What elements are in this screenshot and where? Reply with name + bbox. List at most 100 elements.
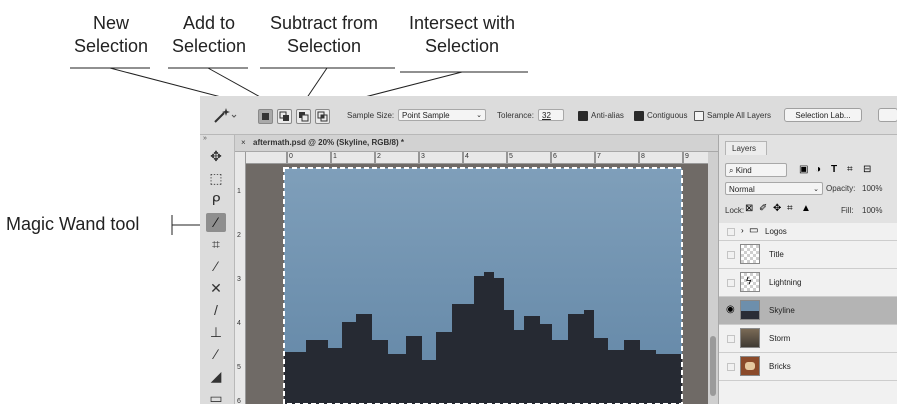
lock-position-icon[interactable]: ✥ xyxy=(773,203,781,214)
lasso-tool-icon[interactable]: ᑭ xyxy=(206,191,226,210)
layer-name: Skyline xyxy=(769,306,795,315)
vertical-ruler: 1 2 3 4 5 6 xyxy=(235,152,246,404)
shape-filter-icon[interactable]: ⌗ xyxy=(847,164,853,175)
intersect-with-selection-button[interactable] xyxy=(315,109,330,124)
layer-name: Logos xyxy=(765,227,787,236)
sample-all-layers-checkbox[interactable] xyxy=(694,111,704,121)
layer-name: Storm xyxy=(769,334,791,343)
blend-mode-select[interactable]: Normal ⌄ xyxy=(725,182,823,195)
intersect-with-selection-icon xyxy=(317,111,328,122)
fill-label: Fill: xyxy=(841,206,854,215)
smart-object-filter-icon[interactable]: ⊟ xyxy=(863,164,871,175)
document-scrollbar[interactable] xyxy=(708,152,718,404)
layer-thumbnail xyxy=(740,356,760,376)
lock-all-icon[interactable]: ▲ xyxy=(801,203,811,214)
visibility-toggle[interactable] xyxy=(727,363,735,371)
chevron-down-icon: ⌄ xyxy=(476,112,482,119)
layer-row-lightning[interactable]: ϟ Lightning xyxy=(719,269,897,297)
new-selection-button[interactable] xyxy=(258,109,273,124)
document-tab[interactable]: × aftermath.psd @ 20% (Skyline, RGB/8) * xyxy=(235,135,718,152)
crop-tool-icon[interactable]: ⌗ xyxy=(206,235,226,254)
search-icon: ⌕ xyxy=(729,166,734,175)
ruler-label: 5 xyxy=(509,153,513,160)
layer-row-logos[interactable]: › ▭ Logos xyxy=(719,223,897,241)
lock-label: Lock: xyxy=(725,206,745,215)
scrollbar-thumb[interactable] xyxy=(710,336,716,396)
overflow-button[interactable] xyxy=(878,108,897,122)
tolerance-input[interactable]: 32 xyxy=(538,109,564,121)
layer-row-skyline[interactable]: ◉ Skyline xyxy=(719,297,897,325)
subtract-from-selection-button[interactable] xyxy=(296,109,311,124)
move-tool-icon[interactable]: ✥ xyxy=(206,147,226,166)
type-filter-icon[interactable]: T xyxy=(831,164,837,175)
layers-panel: Layers ⌕ Kind ▣ ◑ T ⌗ ⊟ Normal ⌄ Opacity… xyxy=(718,135,897,404)
layer-name: Lightning xyxy=(769,278,802,287)
ruler-label: 1 xyxy=(333,153,337,160)
ruler-label: 7 xyxy=(597,153,601,160)
eye-icon[interactable]: ◉ xyxy=(726,304,735,315)
layer-row-bricks[interactable]: Bricks xyxy=(719,353,897,381)
skyline-photo xyxy=(283,167,683,404)
panel-collapse-icon[interactable]: » xyxy=(203,135,207,142)
ruler-label: 6 xyxy=(553,153,557,160)
tolerance-value: 32 xyxy=(542,111,551,120)
add-to-selection-button[interactable] xyxy=(277,109,292,124)
contiguous-checkbox[interactable] xyxy=(634,111,644,121)
horizontal-ruler: 0 1 2 3 4 5 6 7 8 9 xyxy=(245,152,718,164)
eraser-tool-icon[interactable]: ◢ xyxy=(206,367,226,386)
document-canvas[interactable] xyxy=(246,164,708,404)
magic-wand-tool-icon[interactable]: ⁄ xyxy=(206,213,226,232)
bricks-thumb-shape xyxy=(745,362,755,370)
layer-filter-select[interactable]: ⌕ Kind xyxy=(725,163,787,177)
ruler-label: 8 xyxy=(641,153,645,160)
folder-icon: ▭ xyxy=(749,225,759,236)
sample-size-select[interactable]: Point Sample ⌄ xyxy=(398,109,486,121)
opacity-value[interactable]: 100% xyxy=(862,184,882,193)
layer-thumbnail xyxy=(740,328,760,348)
disclosure-chevron-icon[interactable]: › xyxy=(741,226,744,235)
anti-alias-checkbox[interactable] xyxy=(578,111,588,121)
layer-name: Title xyxy=(769,250,784,259)
magic-wand-preset-icon[interactable] xyxy=(212,106,238,124)
lock-artboard-icon[interactable]: ⌗ xyxy=(787,203,793,214)
lock-image-icon[interactable]: ✐ xyxy=(759,203,767,214)
ruler-label: 2 xyxy=(377,153,381,160)
layer-row-title[interactable]: Title xyxy=(719,241,897,269)
lock-transparent-icon[interactable]: ⊠ xyxy=(745,203,753,214)
clone-stamp-tool-icon[interactable]: ⊥ xyxy=(206,323,226,342)
options-bar: Sample Size: Point Sample ⌄ Tolerance: 3… xyxy=(200,96,897,135)
visibility-toggle[interactable] xyxy=(727,279,735,287)
healing-brush-tool-icon[interactable]: ✕ xyxy=(206,279,226,298)
layer-row-partial xyxy=(719,381,897,404)
sample-size-label: Sample Size: xyxy=(347,111,395,120)
close-icon[interactable]: × xyxy=(241,135,246,151)
visibility-toggle[interactable] xyxy=(727,228,735,236)
gradient-tool-icon[interactable]: ▭ xyxy=(206,389,226,404)
anti-alias-label: Anti-alias xyxy=(591,111,624,120)
lightning-thumb-icon: ϟ xyxy=(746,276,752,287)
visibility-toggle[interactable] xyxy=(727,335,735,343)
ruler-label: 6 xyxy=(237,398,241,404)
document-title: aftermath.psd @ 20% (Skyline, RGB/8) * xyxy=(253,138,404,147)
ruler-label: 5 xyxy=(237,364,241,371)
marquee-tool-icon[interactable]: ⬚ xyxy=(206,169,226,188)
tolerance-label: Tolerance: xyxy=(497,111,534,120)
new-selection-icon xyxy=(262,113,269,120)
layers-tab[interactable]: Layers xyxy=(725,141,767,155)
select-and-mask-button[interactable]: Selection Lab... xyxy=(784,108,862,122)
ruler-label: 2 xyxy=(237,232,241,239)
history-brush-tool-icon[interactable]: ∕ xyxy=(206,345,226,364)
pixel-filter-icon[interactable]: ▣ xyxy=(799,164,808,175)
eyedropper-tool-icon[interactable]: ⁄ xyxy=(206,257,226,276)
layer-name: Bricks xyxy=(769,362,791,371)
adjustment-filter-icon[interactable]: ◑ xyxy=(815,164,821,175)
visibility-toggle[interactable] xyxy=(727,251,735,259)
layer-row-storm[interactable]: Storm xyxy=(719,325,897,353)
ruler-label: 9 xyxy=(685,153,689,160)
blend-mode-value: Normal xyxy=(729,185,755,194)
brush-tool-icon[interactable]: / xyxy=(206,301,226,320)
fill-value[interactable]: 100% xyxy=(862,206,882,215)
tools-panel: » ✥ ⬚ ᑭ ⁄ ⌗ ⁄ ✕ / ⊥ ∕ ◢ ▭ xyxy=(200,135,235,404)
chevron-down-icon: ⌄ xyxy=(813,186,819,193)
opacity-label: Opacity: xyxy=(826,184,856,193)
